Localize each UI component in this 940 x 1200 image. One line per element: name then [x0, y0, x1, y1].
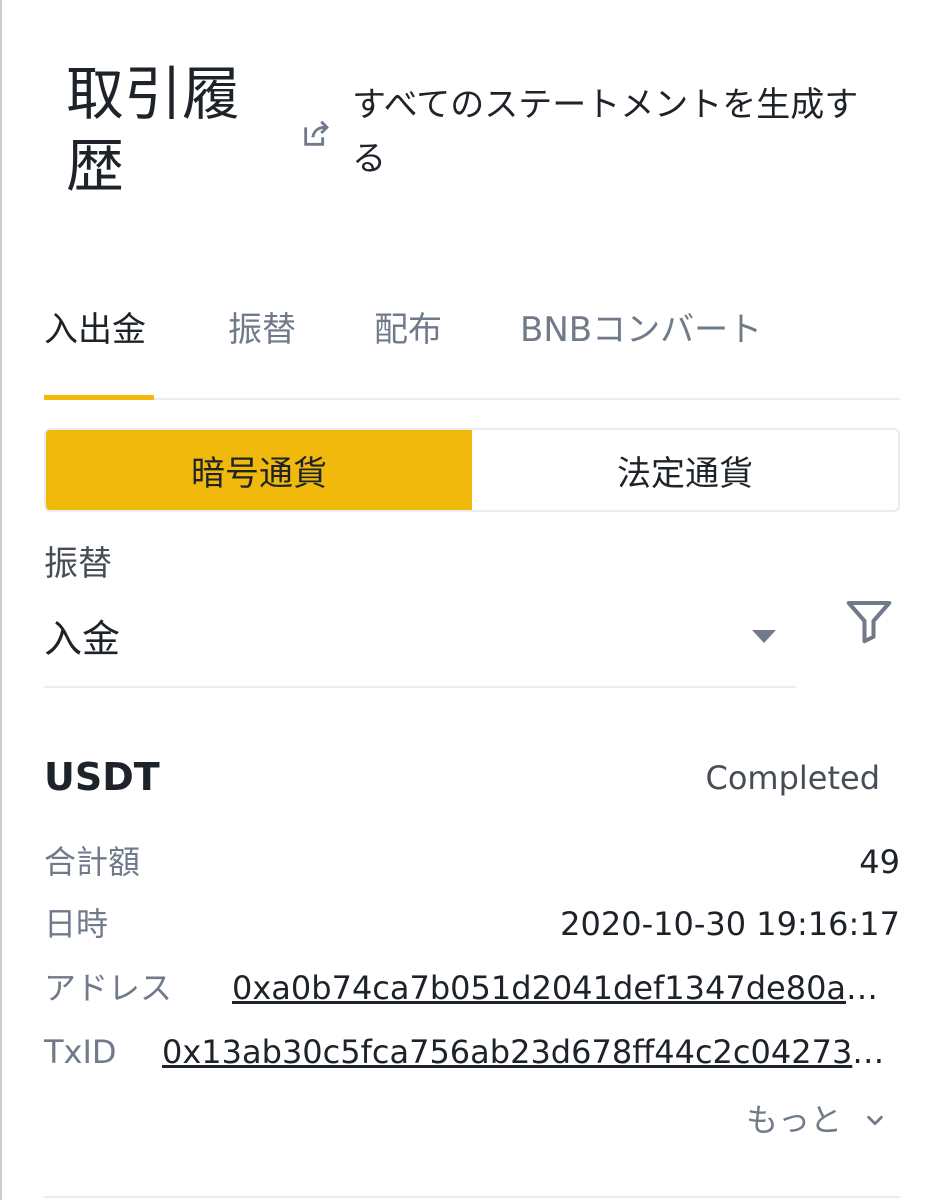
- amount-value: 49: [859, 843, 900, 881]
- page-header: 取引履歴 すべてのステートメントを生成する: [66, 58, 886, 208]
- fiat-segment-button[interactable]: 法定通貨: [472, 430, 898, 510]
- tab-transfer[interactable]: 振替: [228, 308, 296, 352]
- address-row: アドレス 0xa0b74ca7b051d2041def1347de80a6…: [44, 964, 900, 1012]
- generate-statements-link[interactable]: すべてのステートメントを生成する: [300, 78, 880, 188]
- address-link[interactable]: 0xa0b74ca7b051d2041def1347de80a6…: [232, 964, 896, 1012]
- tab-deposit-withdrawal[interactable]: 入出金: [44, 308, 146, 352]
- chevron-down-icon: [867, 1115, 883, 1126]
- amount-label: 合計額: [44, 843, 141, 881]
- currency-type-toggle: 暗号通貨 法定通貨: [44, 428, 900, 512]
- filter-icon[interactable]: [842, 594, 896, 648]
- generate-statements-label: すべてのステートメントを生成する: [352, 85, 859, 179]
- external-link-icon: [304, 120, 329, 146]
- crypto-segment-button[interactable]: 暗号通貨: [46, 430, 472, 510]
- txid-row: TxID 0x13ab30c5fca756ab23d678ff44c2c0427…: [44, 1028, 900, 1076]
- history-tabs: 入出金 振替 配布 BNBコンバート: [44, 300, 900, 400]
- active-tab-indicator: [44, 395, 154, 400]
- status-badge: Completed: [705, 759, 880, 797]
- amount-row: 合計額 49: [44, 838, 900, 886]
- type-select-value: 入金: [44, 617, 121, 661]
- date-value: 2020-10-30 19:16:17: [560, 905, 900, 943]
- date-row: 日時 2020-10-30 19:16:17: [44, 900, 900, 948]
- transaction-record: USDT Completed 合計額 49 日時 2020-10-30 19:1…: [44, 740, 900, 1198]
- caret-down-icon: [752, 630, 776, 643]
- type-select[interactable]: 入金: [44, 600, 796, 688]
- more-label: もっと: [745, 1101, 842, 1139]
- txid-label: TxID: [44, 1033, 117, 1071]
- address-label: アドレス: [44, 969, 173, 1007]
- more-button[interactable]: もっと: [746, 1098, 886, 1142]
- tab-distribution[interactable]: 配布: [374, 308, 442, 352]
- date-label: 日時: [44, 905, 109, 943]
- transaction-history-page: 取引履歴 すべてのステートメントを生成する 入出金 振替 配布 BNBコンバート…: [0, 0, 940, 1200]
- page-title: 取引履歴: [66, 60, 241, 200]
- type-select-label: 振替: [44, 544, 112, 584]
- txid-link[interactable]: 0x13ab30c5fca756ab23d678ff44c2c042732…: [162, 1028, 896, 1076]
- tab-bnb-convert[interactable]: BNBコンバート: [520, 308, 762, 352]
- coin-name: USDT: [44, 755, 160, 799]
